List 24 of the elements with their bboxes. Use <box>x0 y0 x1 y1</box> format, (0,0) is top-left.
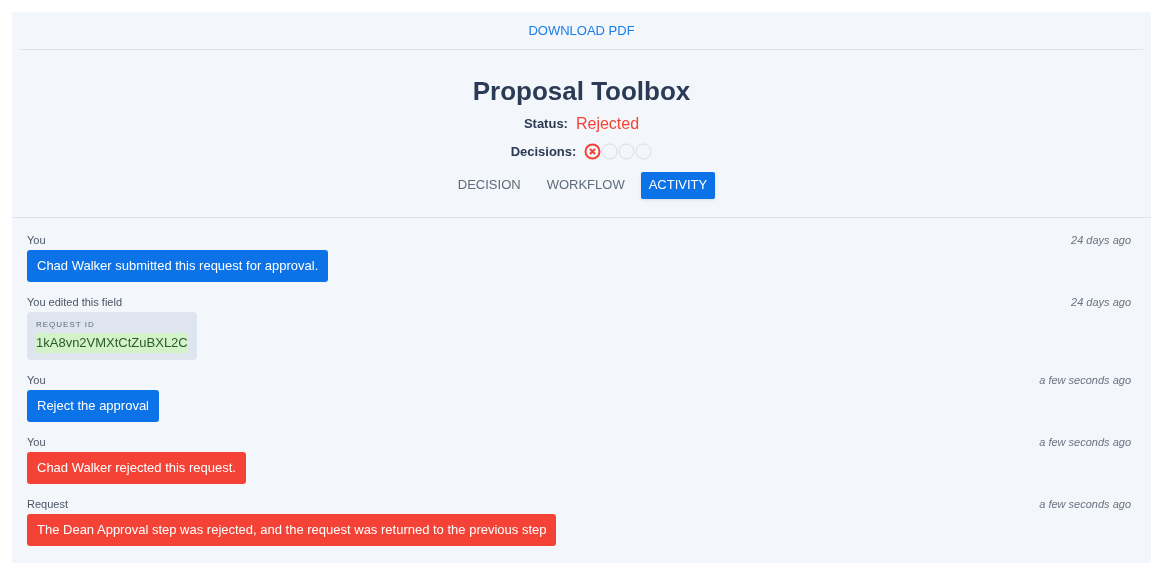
activity-time: a few seconds ago <box>1039 434 1131 450</box>
field-value: 1kA8vn2VMXtCtZuBXL2C <box>36 333 188 353</box>
activity-author: You <box>27 434 46 450</box>
field-label: REQUEST ID <box>36 319 96 331</box>
activity-author: You <box>27 372 46 388</box>
activity-time: 24 days ago <box>1071 232 1131 248</box>
status-label: Status: <box>523 115 568 134</box>
activity-author: You edited this field <box>27 294 122 310</box>
activity-time: 24 days ago <box>1071 294 1131 310</box>
activity-message: Chad Walker rejected this request. <box>27 452 246 484</box>
tab[interactable]: DECISION <box>447 171 531 199</box>
decisions-label: Decisions: <box>510 143 577 161</box>
activity-message: Reject the approval <box>27 390 159 422</box>
activity-message: The Dean Approval step was rejected, and the request was returned to the previous step <box>27 514 557 546</box>
page-title: Proposal Toolbox <box>472 76 691 106</box>
tab[interactable]: WORKFLOW <box>536 171 635 199</box>
activity-author: Request <box>27 496 68 512</box>
activity-time: a few seconds ago <box>1039 496 1131 512</box>
activity-author: You <box>27 232 46 248</box>
activity-message: Chad Walker submitted this request for approval. <box>27 250 329 282</box>
download-pdf-link[interactable]: DOWNLOAD PDF <box>528 20 635 41</box>
activity-time: a few seconds ago <box>1039 372 1131 388</box>
tab[interactable]: ACTIVITY <box>640 171 716 199</box>
status-value: Rejected <box>575 114 640 134</box>
